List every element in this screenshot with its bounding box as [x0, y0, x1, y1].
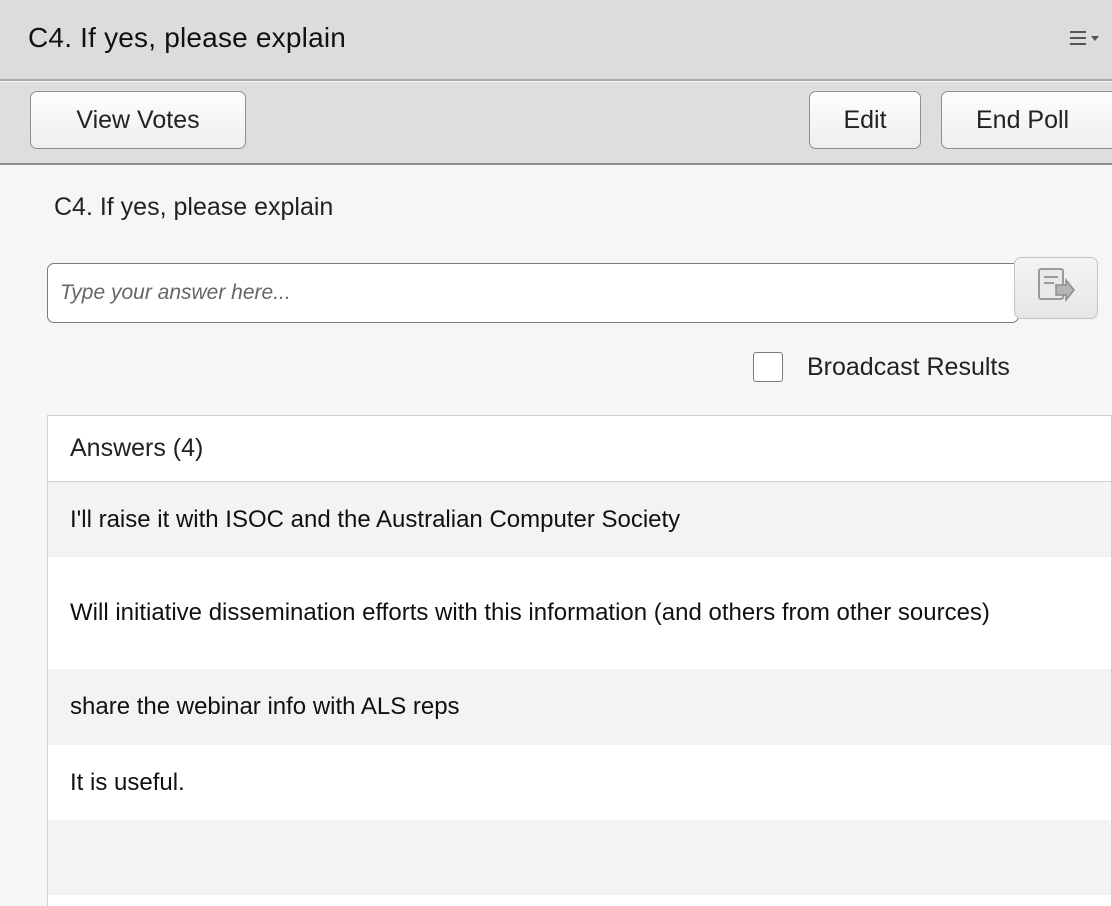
edit-button[interactable]: Edit [809, 91, 921, 149]
answer-item[interactable]: share the webinar info with ALS reps [48, 669, 1111, 745]
broadcast-results-option[interactable]: Broadcast Results [753, 352, 1010, 382]
poll-question: C4. If yes, please explain [54, 193, 334, 221]
empty-answer-row [48, 820, 1111, 895]
poll-toolbar: View Votes Edit End Poll [0, 82, 1112, 165]
hamburger-dropdown-icon[interactable] [1070, 28, 1102, 50]
answer-text: It is useful. [70, 768, 185, 796]
answers-header: Answers (4) [48, 416, 1111, 482]
submit-answer-icon [1036, 267, 1076, 310]
poll-pod: C4. If yes, please explain View Votes Ed… [0, 0, 1112, 906]
view-votes-button[interactable]: View Votes [30, 91, 246, 149]
pod-title-bar: C4. If yes, please explain [0, 0, 1112, 81]
answer-text: share the webinar info with ALS reps [70, 693, 460, 720]
answer-text: Will initiative dissemination efforts wi… [70, 599, 990, 626]
poll-content: C4. If yes, please explain Broadcast Res… [14, 167, 1112, 906]
answer-item[interactable]: Will initiative dissemination efforts wi… [48, 557, 1111, 669]
pod-title: C4. If yes, please explain [28, 22, 347, 53]
answers-list: Answers (4) I'll raise it with ISOC and … [47, 415, 1112, 906]
end-poll-button[interactable]: End Poll [941, 91, 1112, 149]
answer-input[interactable] [47, 263, 1019, 323]
submit-answer-button[interactable] [1014, 257, 1098, 319]
answer-item[interactable]: It is useful. [48, 745, 1111, 820]
answer-item[interactable]: I'll raise it with ISOC and the Australi… [48, 482, 1111, 557]
answer-text: I'll raise it with ISOC and the Australi… [70, 505, 681, 533]
broadcast-results-label: Broadcast Results [807, 352, 1010, 381]
empty-answer-row [48, 895, 1111, 906]
broadcast-results-checkbox[interactable] [753, 352, 783, 382]
